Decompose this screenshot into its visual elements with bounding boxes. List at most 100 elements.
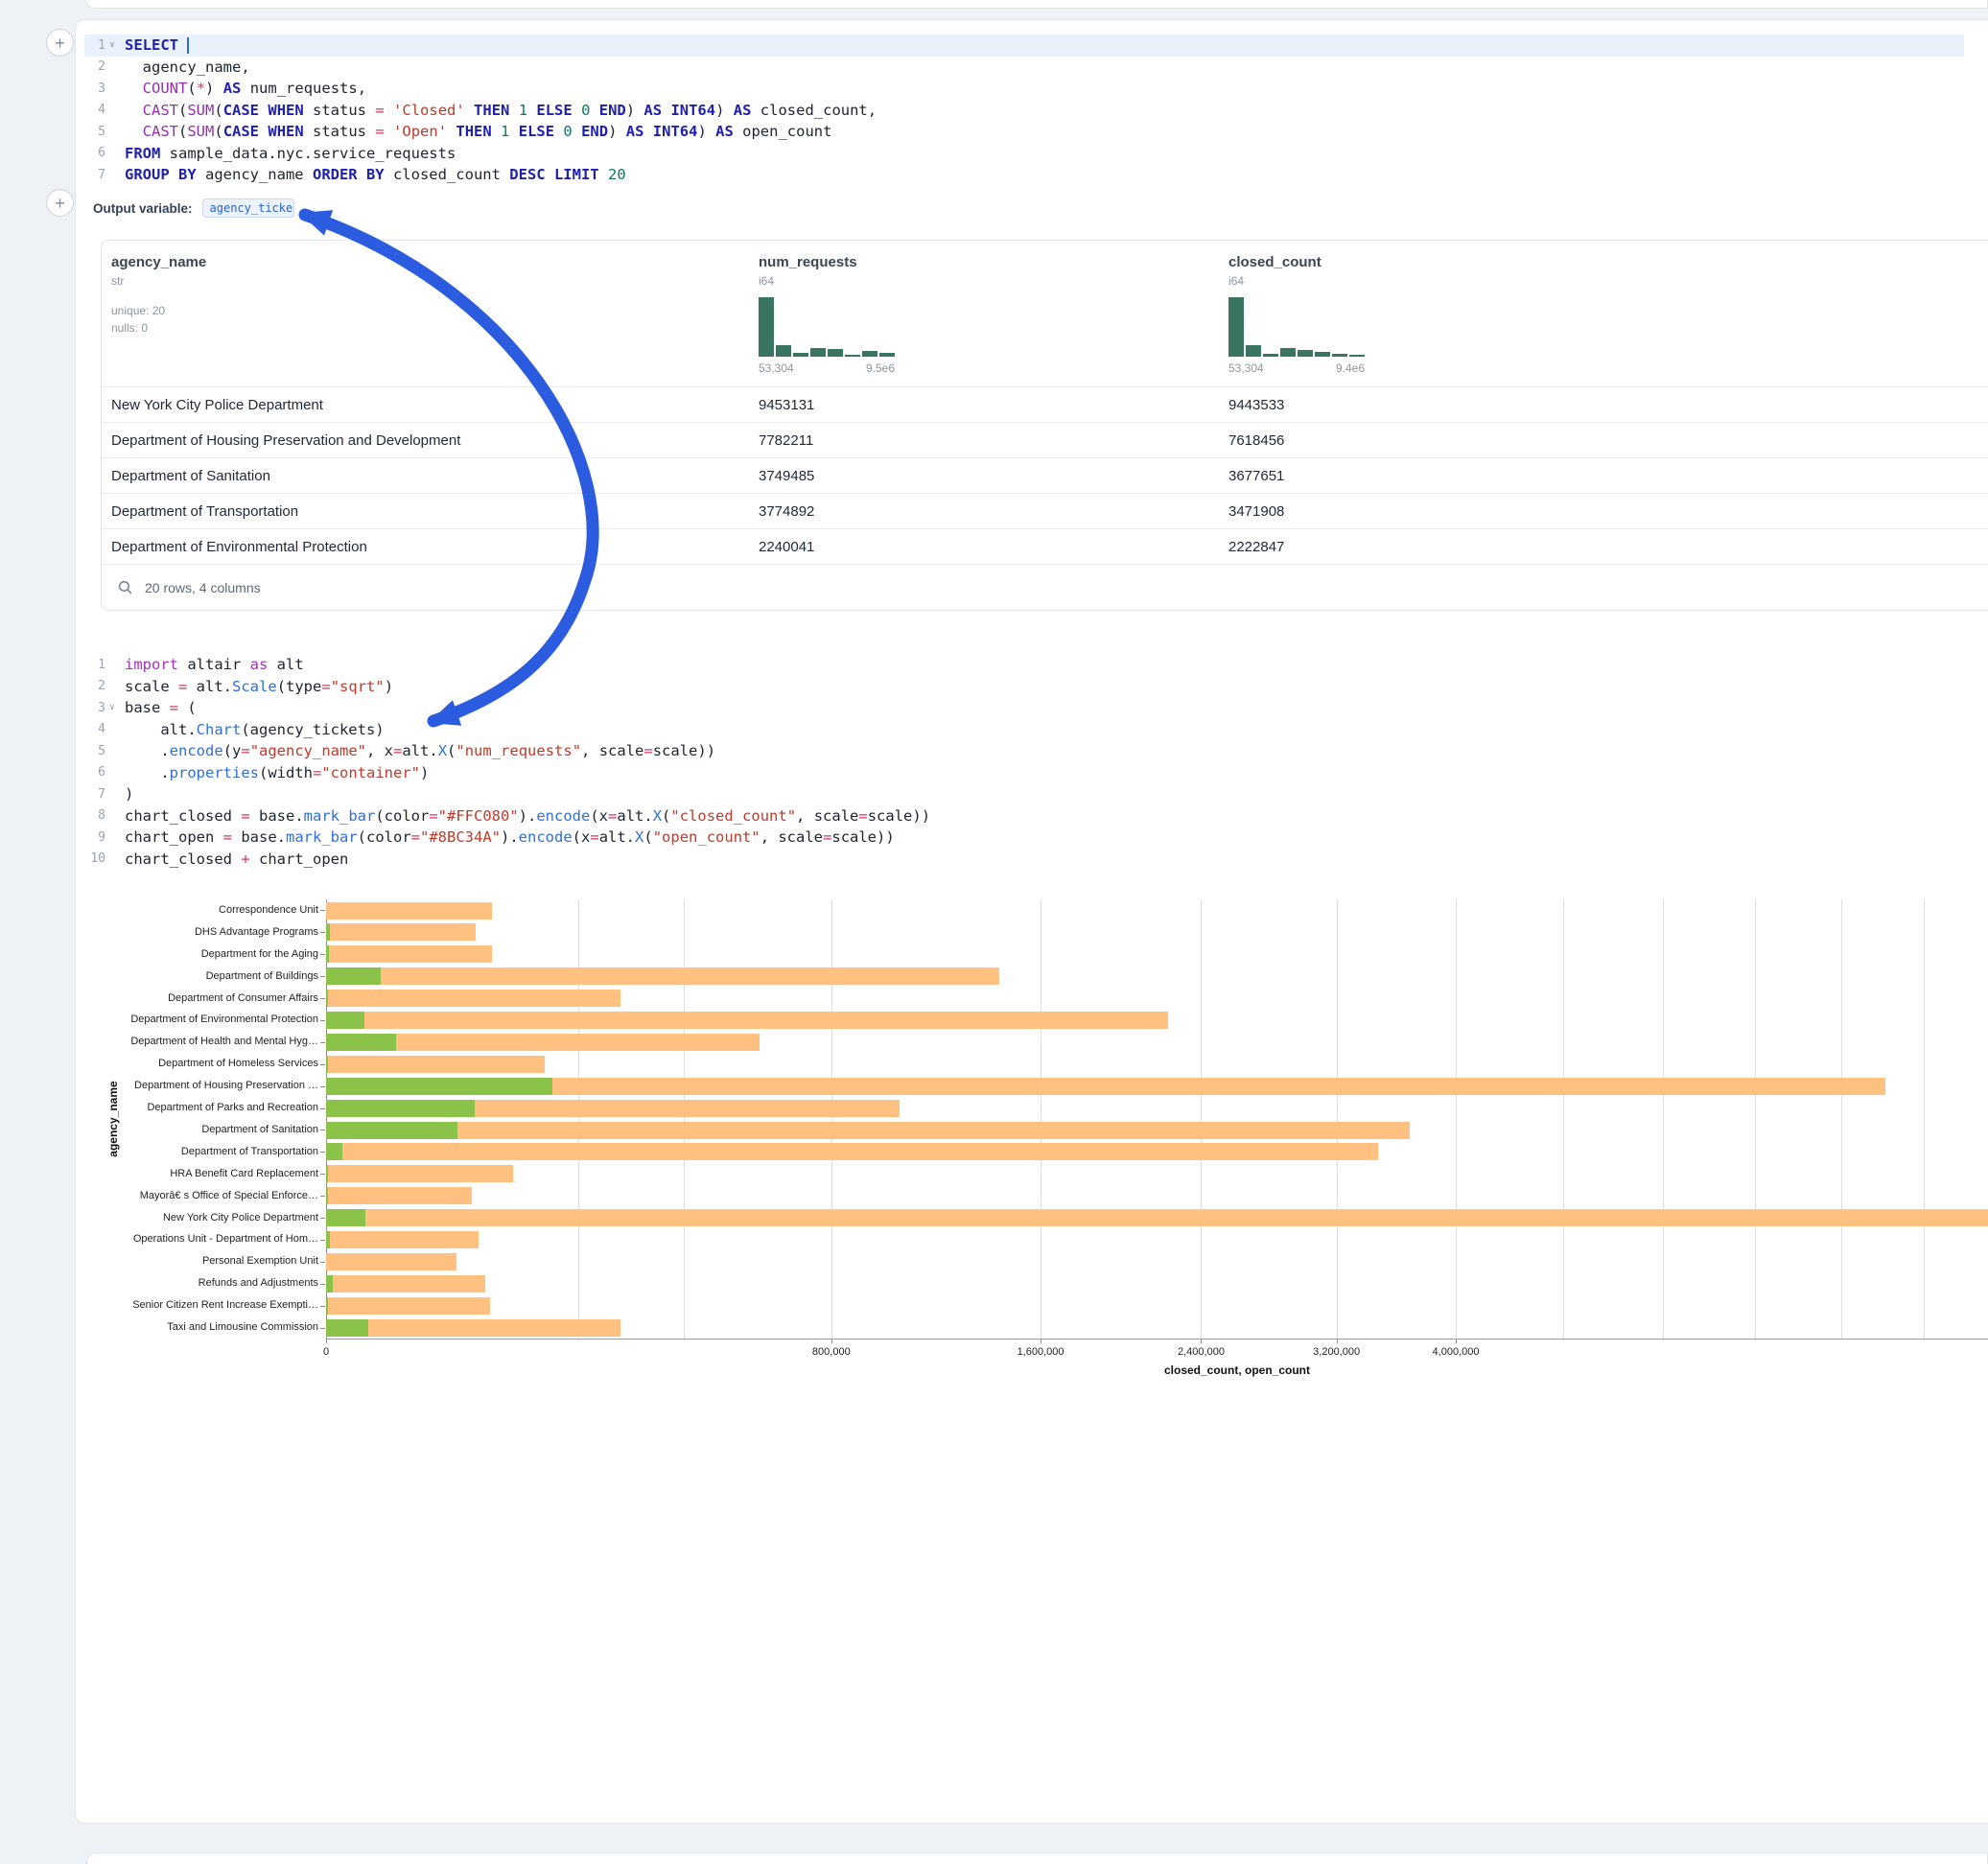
code-line[interactable]: 6 .properties(width="container")	[84, 762, 1964, 784]
table-row[interactable]: New York City Police Department945313194…	[102, 386, 1988, 422]
column-header-closed_count: closed_counti6453,3049.4e6	[1219, 254, 1988, 375]
line-number: 2	[84, 679, 105, 693]
bar-closed_count	[326, 923, 476, 941]
fold-chevron-icon[interactable]: ∨	[105, 40, 119, 50]
previous-cell-edge	[86, 0, 1988, 9]
bar-closed_count	[326, 1275, 485, 1293]
add-cell-button[interactable]: +	[46, 29, 74, 57]
line-number: 1	[84, 658, 105, 672]
search-icon[interactable]	[117, 579, 133, 595]
line-number: 9	[84, 830, 105, 845]
code-line[interactable]: 2scale = alt.Scale(type="sqrt")	[84, 676, 1964, 698]
table-row[interactable]: Department of Transportation377489234719…	[102, 493, 1988, 528]
code-line[interactable]: 8 chart_closed = base.mark_bar(color="#FF…	[84, 805, 1964, 827]
y-category-label: Department of Homeless Services	[103, 1058, 318, 1069]
code-line[interactable]: 7)	[84, 783, 1964, 805]
code-text: )	[119, 785, 133, 803]
table-cell: 9443533	[1219, 397, 1988, 413]
code-line[interactable]: 10chart_closed + chart_open	[84, 849, 1964, 871]
y-tick	[320, 1196, 325, 1197]
bar-open_count	[326, 1122, 457, 1139]
bar-closed_count	[326, 945, 492, 963]
table-header: agency_namestrunique: 20nulls: 0num_requ…	[102, 241, 1988, 386]
histogram-bar	[845, 355, 860, 357]
code-line[interactable]: 3∨base = (	[84, 697, 1964, 719]
fold-chevron-icon[interactable]: ∨	[105, 703, 119, 712]
y-category-label: New York City Police Department	[103, 1212, 318, 1223]
code-line[interactable]: 1∨SELECT	[84, 35, 1964, 57]
table-cell: 7782211	[749, 432, 1219, 449]
gridline	[1201, 899, 1202, 1339]
altair-chart: agency_name closed_count, open_count 080…	[91, 892, 1988, 1386]
code-text: base = (	[119, 699, 197, 716]
code-line[interactable]: 5 .encode(y="agency_name", x=alt.X("num_…	[84, 740, 1964, 762]
code-line[interactable]: 7GROUP BY agency_name ORDER BY closed_co…	[84, 164, 1964, 186]
histogram-bar	[1246, 345, 1261, 357]
gridline	[1924, 899, 1925, 1339]
y-axis-line	[326, 899, 327, 1339]
table-cell: 3749485	[749, 468, 1219, 484]
line-number: 7	[84, 787, 105, 802]
x-tick-label: 2,400,000	[1178, 1346, 1225, 1358]
table-cell: 3677651	[1219, 468, 1988, 484]
y-category-label: Department of Sanitation	[103, 1124, 318, 1135]
bar-open_count	[326, 1034, 396, 1051]
y-category-label: Department of Health and Mental Hyg…	[103, 1036, 318, 1047]
column-stats: unique: 20nulls: 0	[111, 302, 739, 337]
bar-open_count	[326, 990, 328, 1007]
code-text: agency_name,	[119, 58, 250, 76]
code-line[interactable]: 6FROM sample_data.nyc.service_requests	[84, 143, 1964, 165]
python-editor[interactable]: 1import altair as alt2scale = alt.Scale(…	[84, 654, 1964, 870]
y-tick	[320, 1306, 325, 1307]
table-cell: 3774892	[749, 503, 1219, 520]
bar-open_count	[326, 1165, 328, 1182]
row-count-label: 20 rows, 4 columns	[145, 580, 261, 595]
histogram-bar	[1315, 352, 1330, 357]
histogram-bar	[1349, 355, 1365, 357]
histogram-bar	[1228, 297, 1244, 357]
bar-closed_count	[326, 1231, 479, 1248]
code-line[interactable]: 9 chart_open = base.mark_bar(color="#8BC3…	[84, 827, 1964, 849]
table-row[interactable]: Department of Environmental Protection22…	[102, 528, 1988, 564]
line-number: 2	[84, 59, 105, 74]
histogram-bar	[793, 353, 808, 357]
line-number: 3	[84, 82, 105, 96]
bar-open_count	[326, 1231, 330, 1248]
table-cell: Department of Environmental Protection	[102, 539, 749, 555]
gridline	[1456, 899, 1457, 1339]
code-text: chart_closed = base.mark_bar(color="#FFC…	[119, 807, 930, 825]
line-number: 3	[84, 701, 105, 715]
y-category-label: Correspondence Unit	[103, 904, 318, 916]
y-tick	[320, 1042, 325, 1043]
histogram-range: 53,3049.5e6	[759, 361, 895, 375]
results-table: agency_namestrunique: 20nulls: 0num_requ…	[101, 240, 1988, 611]
y-category-label: Department of Parks and Recreation	[103, 1102, 318, 1113]
code-line[interactable]: 4 CAST(SUM(CASE WHEN status = 'Closed' T…	[84, 100, 1964, 122]
bar-open_count	[326, 1187, 328, 1204]
code-text: chart_open = base.mark_bar(color="#8BC34…	[119, 828, 895, 846]
bar-closed_count	[326, 1187, 472, 1204]
next-cell-edge	[86, 1852, 1988, 1864]
output-variable-chip[interactable]: agency_tickets	[202, 198, 294, 218]
y-tick	[320, 1152, 325, 1153]
code-line[interactable]: 2 agency_name,	[84, 57, 1964, 79]
table-cell: 3471908	[1219, 503, 1988, 520]
code-line[interactable]: 5 CAST(SUM(CASE WHEN status = 'Open' THE…	[84, 121, 1964, 143]
line-number: 4	[84, 103, 105, 117]
table-row[interactable]: Department of Sanitation37494853677651	[102, 457, 1988, 493]
gridline	[1663, 899, 1664, 1339]
table-footer: 20 rows, 4 columns	[102, 564, 1988, 610]
table-cell: 7618456	[1219, 432, 1988, 449]
code-line[interactable]: 3 COUNT(*) AS num_requests,	[84, 78, 1964, 100]
code-line[interactable]: 4 alt.Chart(agency_tickets)	[84, 719, 1964, 741]
line-number: 1	[84, 38, 105, 53]
sql-editor[interactable]: 1∨SELECT 2 agency_name,3 COUNT(*) AS num…	[84, 35, 1964, 186]
add-cell-button[interactable]: +	[46, 189, 74, 217]
code-text: SELECT	[119, 36, 189, 54]
line-number: 8	[84, 808, 105, 823]
table-row[interactable]: Department of Housing Preservation and D…	[102, 422, 1988, 457]
histogram-range: 53,3049.4e6	[1228, 361, 1365, 375]
code-line[interactable]: 1import altair as alt	[84, 654, 1964, 676]
column-name: closed_count	[1228, 254, 1988, 270]
line-number: 6	[84, 146, 105, 160]
